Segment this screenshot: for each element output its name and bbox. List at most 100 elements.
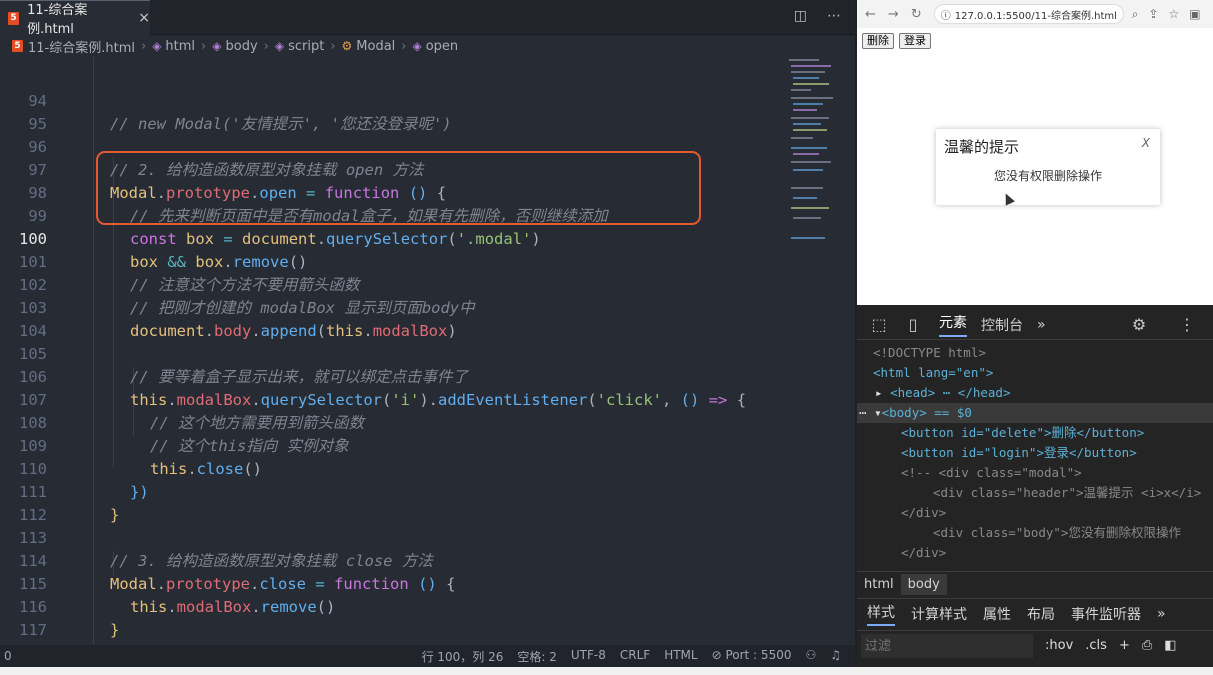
- url-field[interactable]: ⓘ 127.0.0.1:5500/11-综合案例.html: [933, 4, 1124, 24]
- element-icon: ◈: [212, 39, 222, 53]
- hover-state-toggle[interactable]: :hov: [1045, 638, 1073, 653]
- more-actions-icon[interactable]: ⋯: [827, 8, 841, 24]
- editor-tab[interactable]: 5 11-综合案例.html ×: [0, 0, 150, 37]
- status-left: 0: [4, 649, 12, 663]
- code-line: 96 // 2. 给构造函数原型对象挂载 open 方法: [28, 138, 424, 180]
- language-mode[interactable]: HTML: [664, 648, 697, 665]
- dom-node[interactable]: </div>: [901, 503, 946, 523]
- code-line: 112: [19, 506, 47, 525]
- sidebar-icon[interactable]: ▣: [1189, 7, 1200, 22]
- modal-close-icon[interactable]: X: [1142, 136, 1150, 150]
- code-line: 95: [28, 115, 47, 134]
- html-file-icon: 5: [12, 40, 23, 52]
- dom-node[interactable]: <!-- <div class="modal">: [901, 463, 1082, 483]
- zoom-icon[interactable]: ⌕: [1132, 7, 1139, 22]
- breadcrumb-body[interactable]: body: [225, 39, 257, 54]
- expand-arrow-icon[interactable]: ▸: [875, 385, 883, 400]
- bookmark-icon[interactable]: ☆: [1169, 7, 1180, 22]
- subtab-event-listeners[interactable]: 事件监听器: [1071, 604, 1141, 624]
- status-bar: 0 行 100，列 26 空格: 2 UTF-8 CRLF HTML ⊘ Por…: [0, 645, 855, 667]
- devtools-panel: ⬚ ▯ 元素 控制台 » ⚙ ⋮ <!DOCTYPE html> <html l…: [857, 305, 1213, 667]
- bell-icon[interactable]: ♫: [830, 648, 841, 665]
- forward-icon[interactable]: →: [888, 7, 899, 22]
- tab-elements[interactable]: 元素: [939, 312, 967, 337]
- subtab-computed[interactable]: 计算样式: [911, 604, 967, 624]
- dom-node[interactable]: <button id="login">登录</button>: [901, 443, 1137, 463]
- account-icon[interactable]: ⚇: [805, 648, 816, 665]
- split-editor-icon[interactable]: ◫: [794, 8, 807, 24]
- print-icon[interactable]: ⎙: [1142, 638, 1152, 653]
- dom-node[interactable]: ▸ <head> ⋯ </head>: [875, 383, 1010, 403]
- styles-filter-bar: :hov .cls + ⎙ ◧: [857, 630, 1213, 660]
- kebab-menu-icon[interactable]: ⋮: [1175, 315, 1199, 334]
- subtab-properties[interactable]: 属性: [983, 604, 1011, 624]
- gear-icon[interactable]: ⚙: [1127, 315, 1151, 334]
- code-line: 118: [0, 619, 785, 645]
- code-line: 104: [19, 322, 47, 341]
- sidebar-toggle-icon[interactable]: ◧: [1164, 638, 1176, 653]
- dom-node[interactable]: <html lang="en">: [873, 363, 993, 383]
- line-ending[interactable]: CRLF: [620, 648, 650, 665]
- code-line: 103 document.body.append(this.modalBox): [0, 274, 785, 340]
- crumb-body[interactable]: body: [900, 574, 947, 595]
- dom-node-selected[interactable]: ⋯ ▾<body> == $0: [857, 403, 1213, 423]
- share-icon[interactable]: ⇪: [1148, 7, 1158, 22]
- code-line: 116 }: [19, 598, 120, 640]
- modal-body: 您没有权限删除操作: [993, 169, 1102, 183]
- crumb-html[interactable]: html: [857, 574, 901, 595]
- minimap-line: [793, 103, 823, 105]
- login-button[interactable]: 登录: [899, 33, 931, 49]
- code-line: 113 // 3. 给构造函数原型对象挂载 close 方法: [19, 529, 433, 571]
- reload-icon[interactable]: ↻: [911, 7, 922, 22]
- dom-node[interactable]: <div class="header">温馨提示 <i>x</i>: [933, 483, 1201, 503]
- taskbar-strip: [0, 667, 1213, 675]
- dom-tree[interactable]: <!DOCTYPE html> <html lang="en"> ▸ <head…: [857, 341, 1213, 569]
- dom-node[interactable]: <button id="delete">删除</button>: [901, 423, 1144, 443]
- device-toggle-icon[interactable]: ▯: [901, 315, 925, 334]
- minimap-line: [793, 123, 821, 125]
- styles-filter-input[interactable]: [861, 633, 1033, 658]
- dom-node[interactable]: <div class="body">您没有删除权限操作: [933, 523, 1181, 543]
- address-bar: ← → ↻ ⓘ 127.0.0.1:5500/11-综合案例.html ⌕ ⇪ …: [857, 0, 1213, 28]
- code-line: 105 // 要等着盒子显示出来，就可以绑定点击事件了: [19, 345, 468, 387]
- delete-button[interactable]: 删除: [862, 33, 894, 49]
- add-rule-button[interactable]: +: [1119, 638, 1130, 653]
- inspect-icon[interactable]: ⬚: [867, 315, 891, 334]
- breadcrumb-open[interactable]: open: [426, 39, 458, 54]
- broadcast-icon: ⊘: [711, 647, 726, 662]
- back-icon[interactable]: ←: [865, 7, 876, 22]
- subtab-layout[interactable]: 布局: [1027, 604, 1055, 624]
- subtab-styles[interactable]: 样式: [867, 602, 895, 626]
- more-subtabs-icon[interactable]: »: [1157, 606, 1166, 622]
- more-tabs-icon[interactable]: »: [1037, 317, 1046, 333]
- breadcrumb-html[interactable]: html: [165, 39, 195, 54]
- code-line: 109 this.close(): [0, 412, 785, 478]
- tab-console[interactable]: 控制台: [981, 315, 1023, 335]
- browser-viewport: ← → ↻ ⓘ 127.0.0.1:5500/11-综合案例.html ⌕ ⇪ …: [857, 0, 1213, 305]
- minimap[interactable]: [785, 57, 855, 645]
- close-tab-icon[interactable]: ×: [138, 10, 150, 26]
- html-file-icon: 5: [8, 11, 20, 25]
- collapse-arrow-icon[interactable]: ▾: [874, 405, 882, 420]
- status-right: 行 100，列 26 空格: 2 UTF-8 CRLF HTML ⊘ Port …: [422, 648, 855, 665]
- minimap-line: [789, 59, 819, 61]
- chevron-right-icon: ›: [201, 38, 207, 54]
- minimap-line: [793, 83, 829, 85]
- url-text: 127.0.0.1:5500/11-综合案例.html: [954, 10, 1117, 22]
- encoding[interactable]: UTF-8: [571, 648, 606, 665]
- breadcrumb-script[interactable]: script: [288, 39, 324, 54]
- breadcrumb-file[interactable]: 11-综合案例.html: [28, 37, 135, 56]
- minimap-line: [791, 187, 823, 189]
- indent-setting[interactable]: 空格: 2: [517, 648, 557, 665]
- dom-node[interactable]: <!DOCTYPE html>: [873, 343, 986, 363]
- editor-actions: ◫ ⋯: [794, 8, 841, 24]
- live-server-port[interactable]: ⊘ Port : 5500: [712, 648, 792, 665]
- class-toggle[interactable]: .cls: [1085, 638, 1107, 653]
- code-editor[interactable]: 5 11-综合案例.html × ◫ ⋯ 5 11-综合案例.html › ◈ …: [0, 0, 855, 675]
- modal-title: 温馨的提示: [944, 138, 1020, 156]
- code-area[interactable]: 94 // new Modal('友情提示', '您还没登录呢') 95 96 …: [0, 57, 785, 645]
- breadcrumb-modal[interactable]: Modal: [356, 39, 395, 54]
- cursor-position[interactable]: 行 100，列 26: [422, 648, 504, 665]
- dom-node[interactable]: </div>: [901, 543, 946, 563]
- minimap-line: [793, 197, 817, 199]
